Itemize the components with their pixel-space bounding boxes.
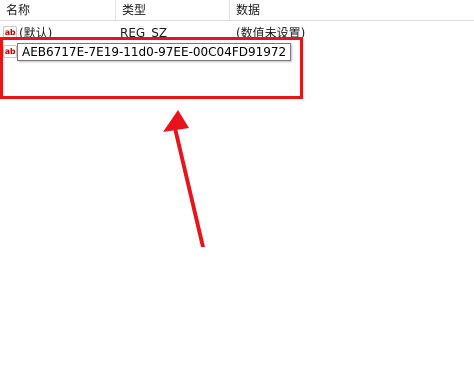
annotation-arrow	[163, 110, 205, 247]
arrow-head	[163, 110, 189, 132]
arrow-shaft	[172, 124, 205, 247]
